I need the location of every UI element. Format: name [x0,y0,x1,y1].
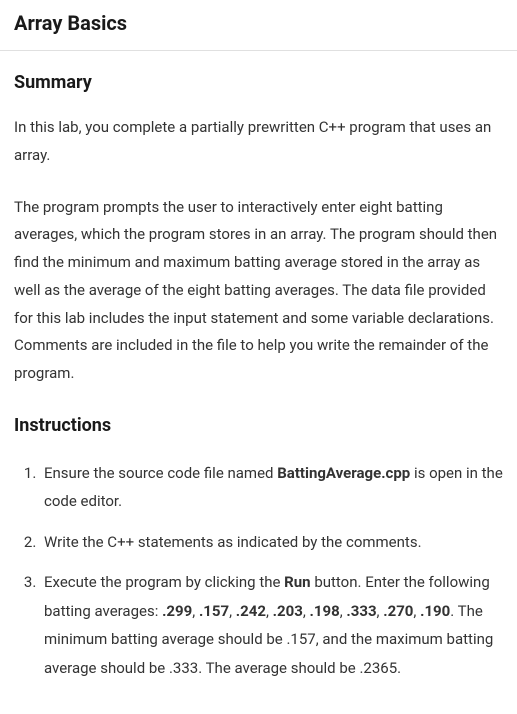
content-area: Summary In this lab, you complete a part… [0,51,517,714]
filename-bold: BattingAverage.cpp [277,464,410,482]
value-1: .299 [162,602,192,620]
instruction-text: Execute the program by clicking the [44,573,284,591]
value-8: .190 [420,602,450,620]
value-6: .333 [346,602,376,620]
instruction-item-3: Execute the program by clicking the Run … [40,568,503,682]
instruction-item-1: Ensure the source code file named Battin… [40,459,503,516]
instruction-text: Ensure the source code file named [44,464,277,482]
instruction-text: Write the C++ statements as indicated by… [44,533,422,551]
comma: , [192,602,199,620]
comma: , [266,602,273,620]
title-bar: Array Basics [0,0,517,51]
summary-heading: Summary [14,69,503,96]
value-7: .270 [383,602,413,620]
page-title: Array Basics [14,8,503,38]
run-button-label: Run [284,573,310,591]
instruction-item-2: Write the C++ statements as indicated by… [40,528,503,557]
value-2: .157 [199,602,229,620]
summary-paragraph-1: In this lab, you complete a partially pr… [14,114,503,170]
comma: , [303,602,310,620]
instructions-heading: Instructions [14,412,503,439]
comma: , [229,602,236,620]
summary-paragraph-2: The program prompts the user to interact… [14,194,503,388]
value-4: .203 [273,602,303,620]
value-5: .198 [310,602,340,620]
instructions-list: Ensure the source code file named Battin… [14,459,503,683]
value-3: .242 [236,602,266,620]
